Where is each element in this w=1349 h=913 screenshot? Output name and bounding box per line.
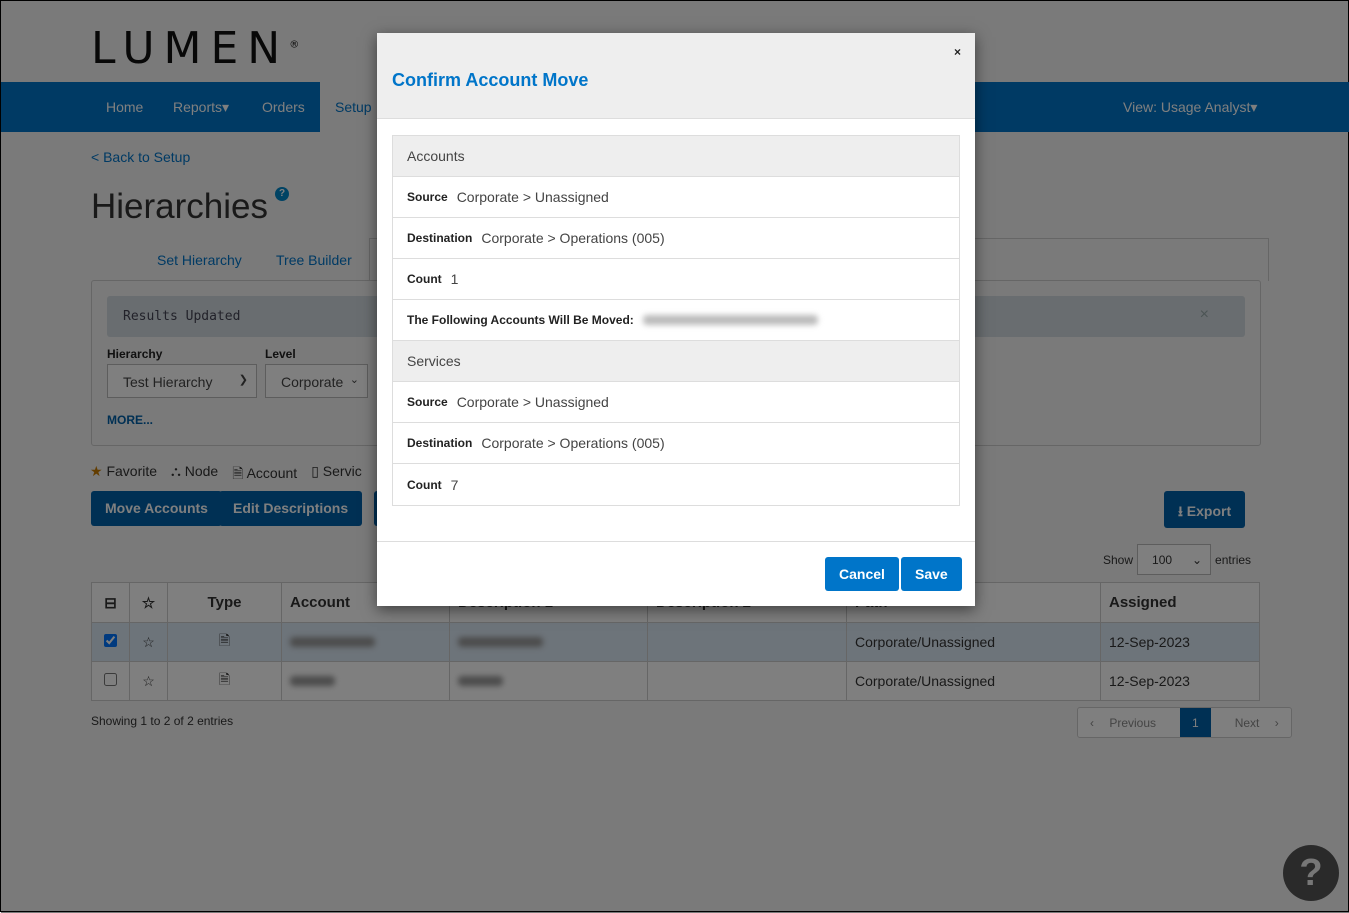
services-header: Services <box>393 341 959 382</box>
accounts-source: Source Corporate > Unassigned <box>393 177 959 218</box>
services-destination: Destination Corporate > Operations (005) <box>393 423 959 464</box>
accounts-destination: Destination Corporate > Operations (005) <box>393 218 959 259</box>
services-count: Count 7 <box>407 476 459 493</box>
move-summary-list: Accounts Source Corporate > Unassigned De… <box>392 135 960 506</box>
accounts-count: Count 1 <box>393 259 959 300</box>
modal-title: Confirm Account Move <box>392 70 589 90</box>
cancel-button[interactable]: Cancel <box>825 557 899 591</box>
close-icon[interactable]: × <box>954 45 961 59</box>
accounts-header: Accounts <box>393 136 959 177</box>
save-button[interactable]: Save <box>901 557 962 591</box>
confirm-account-move-modal: Confirm Account Move × Accounts Source Co… <box>377 33 975 606</box>
services-source: Source Corporate > Unassigned <box>393 382 959 423</box>
accounts-moved: The Following Accounts Will Be Moved: <box>393 300 959 341</box>
